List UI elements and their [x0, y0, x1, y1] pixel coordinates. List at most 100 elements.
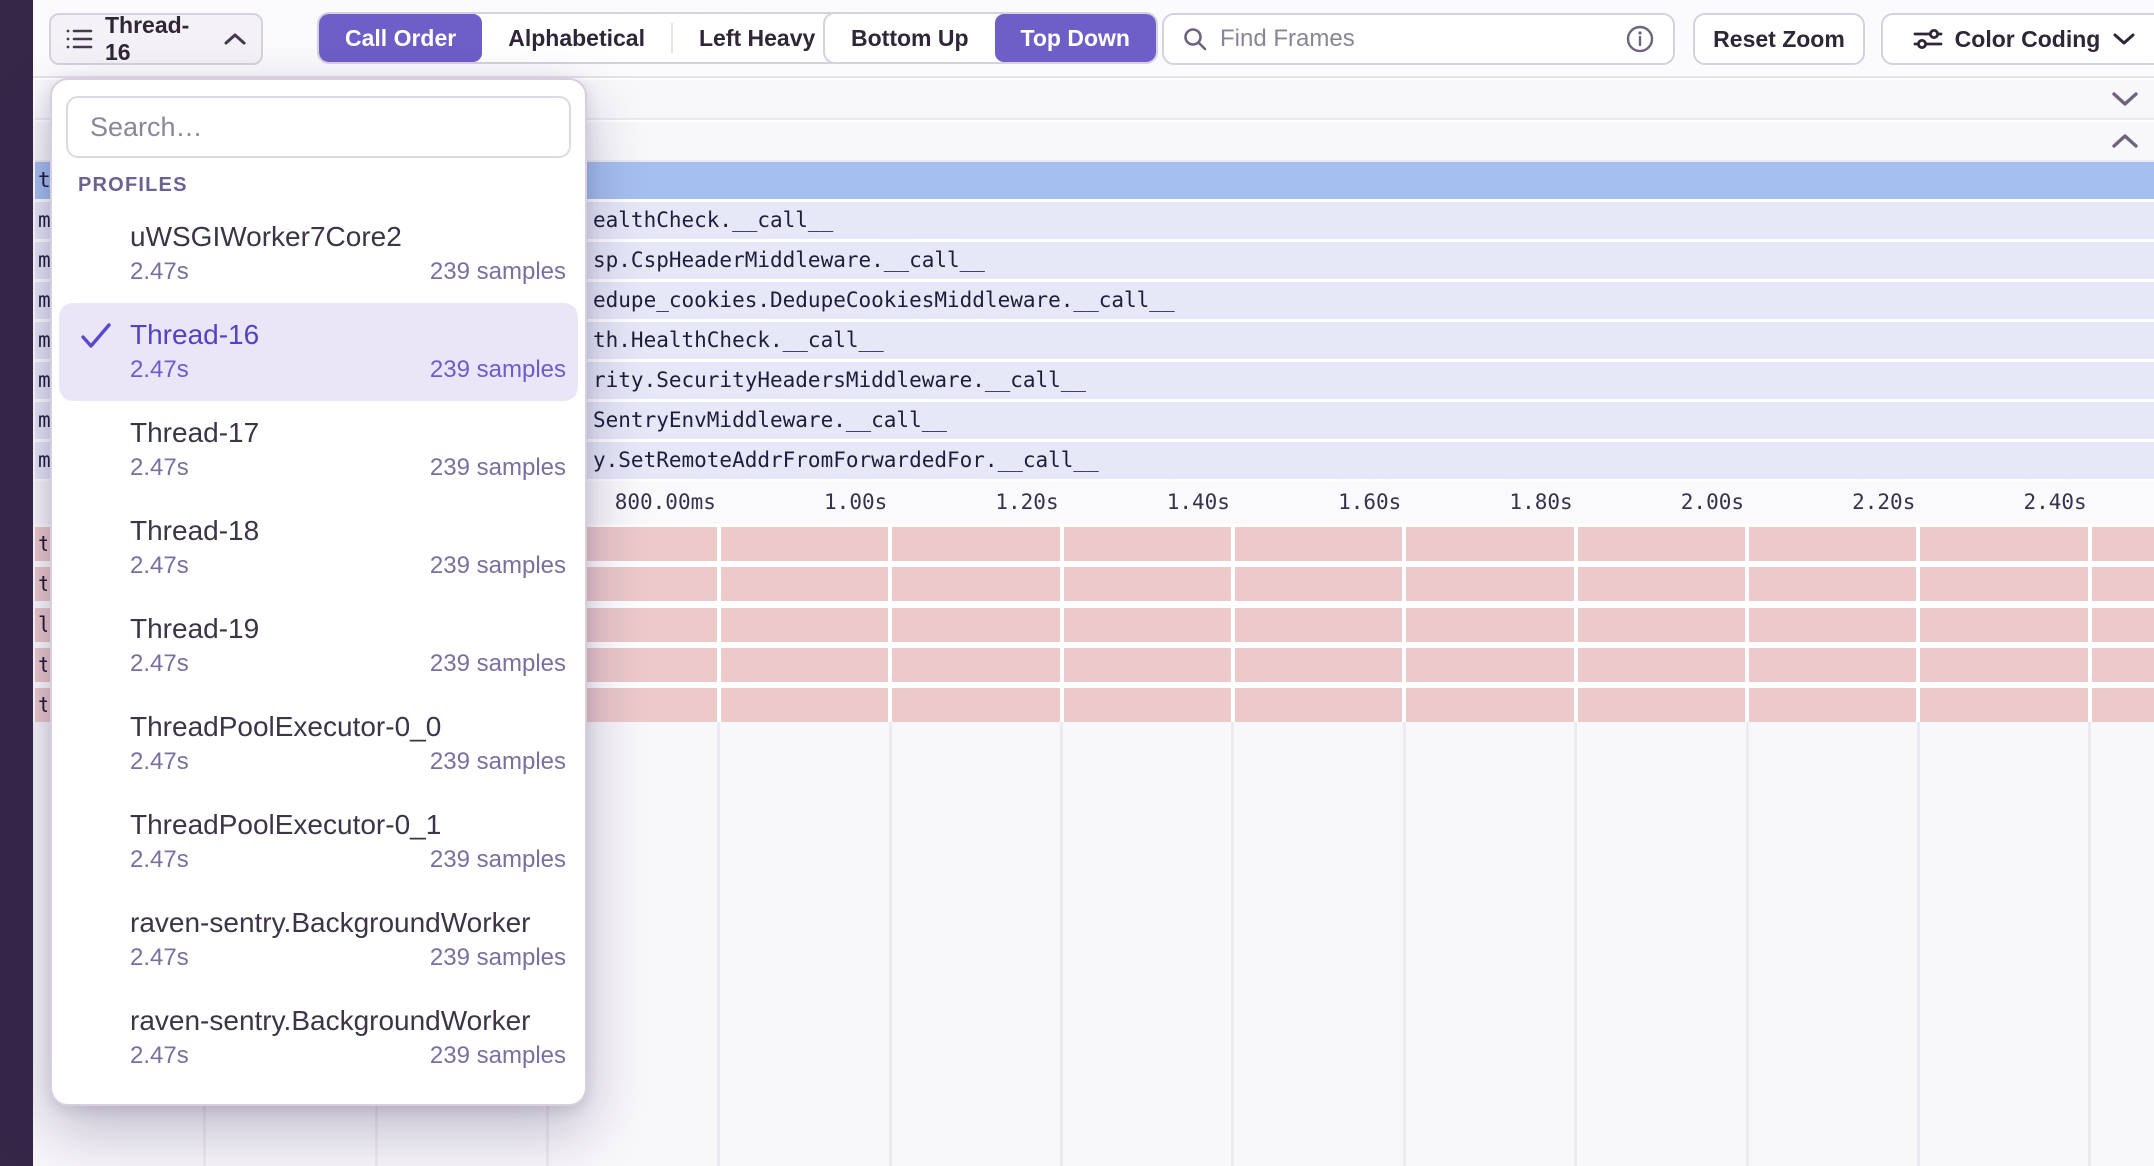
reset-zoom-label: Reset Zoom — [1713, 26, 1845, 53]
profile-duration: 2.47s — [130, 255, 189, 289]
chevron-up-icon[interactable] — [2110, 132, 2140, 150]
gridline — [2088, 524, 2092, 722]
gridline — [1060, 722, 1063, 1166]
axis-tick-label: 1.00s — [692, 490, 887, 514]
sort-option-left-heavy[interactable]: Left Heavy — [673, 14, 841, 62]
profile-list-item[interactable]: Thread-17 2.47s239 samples — [59, 401, 578, 499]
profile-name: ThreadPoolExecutor-0_1 — [130, 807, 566, 843]
profile-list: uWSGIWorker7Core2 2.47s239 samplesThread… — [66, 205, 571, 1087]
profile-samples: 239 samples — [430, 451, 566, 485]
frame-label: ealthCheck.__call__ — [593, 202, 833, 239]
frame-label-clipped: l — [38, 608, 47, 642]
frame-label: rity.SecurityHeadersMiddleware.__call__ — [593, 362, 1086, 399]
profile-samples: 239 samples — [430, 353, 566, 387]
profile-samples: 239 samples — [430, 843, 566, 877]
left-edge-strip — [0, 0, 33, 1166]
frame-label-clipped: t — [38, 688, 47, 722]
sort-option-call-order[interactable]: Call Order — [319, 14, 482, 62]
profile-list-item[interactable]: ThreadPoolExecutor-0_1 2.47s 239 samples — [59, 793, 578, 891]
profile-list-item[interactable]: ThreadPoolExecutor-0_0 2.47s 239 samples — [59, 695, 578, 793]
profile-list-item[interactable]: uWSGIWorker7Core2 2.47s 239 samples — [59, 205, 578, 303]
profile-list-item[interactable]: Thread-18 2.47s 239 samples — [59, 499, 578, 597]
frame-label-clipped: t — [38, 527, 47, 561]
gridline — [1745, 524, 1749, 722]
frame-label: sp.CspHeaderMiddleware.__call__ — [593, 242, 985, 279]
chevron-down-icon — [2112, 32, 2136, 46]
profile-name: Thread-18 — [130, 513, 566, 549]
profile-duration: 2.47s — [130, 1039, 189, 1073]
find-frames-placeholder: Find Frames — [1220, 25, 1613, 53]
gridline — [1402, 524, 1406, 722]
gridline — [1917, 722, 1920, 1166]
gridline — [1060, 524, 1064, 722]
gridline — [889, 722, 892, 1166]
direction-segmented-control: Bottom UpTop Down — [823, 12, 1158, 64]
gridline — [1916, 524, 1920, 722]
profile-duration: 2.47s — [130, 549, 189, 583]
profile-duration: 2.47s — [130, 941, 189, 975]
profile-list-item[interactable]: Thread-19 2.47s 239 samples — [59, 597, 578, 695]
profile-duration: 2.47s — [130, 745, 189, 779]
direction-option-bottom-up[interactable]: Bottom Up — [825, 14, 995, 62]
dropdown-search-input[interactable]: Search… — [66, 96, 571, 158]
reset-zoom-button[interactable]: Reset Zoom — [1693, 13, 1865, 65]
profile-duration: 2.47s — [130, 451, 189, 485]
gridline — [717, 524, 721, 722]
profile-duration: 2.47s — [130, 353, 189, 387]
gridline — [1574, 524, 1578, 722]
profile-samples: 239 samples — [430, 549, 566, 583]
find-frames-input[interactable]: Find Frames — [1162, 13, 1675, 65]
toolbar: Thread-16 Call OrderAlphabeticalLeft Hea… — [33, 0, 2154, 78]
axis-tick-label: 1.60s — [1206, 490, 1401, 514]
thread-list-icon — [65, 26, 93, 52]
thread-dropdown-panel: Search… PROFILES uWSGIWorker7Core2 2.47s… — [50, 78, 587, 1106]
info-icon[interactable] — [1625, 24, 1655, 54]
profile-samples: 239 samples — [430, 255, 566, 289]
gridline — [1231, 524, 1235, 722]
gridline — [1403, 722, 1406, 1166]
gridline — [1574, 722, 1577, 1166]
profile-list-item[interactable]: raven-sentry.BackgroundWorker 2.47s239 s… — [59, 989, 578, 1087]
profile-samples: 239 samples — [430, 745, 566, 779]
frame-label: edupe_cookies.DedupeCookiesMiddleware.__… — [593, 282, 1175, 319]
frame-label-clipped: t — [38, 567, 47, 601]
profile-name: uWSGIWorker7Core2 — [130, 219, 566, 255]
profile-name: raven-sentry.BackgroundWorker — [130, 905, 566, 941]
sort-segmented-control: Call OrderAlphabeticalLeft Heavy — [317, 12, 843, 64]
thread-selector-label: Thread-16 — [105, 12, 211, 66]
color-coding-label: Color Coding — [1955, 26, 2101, 53]
gridline — [717, 722, 720, 1166]
profile-name: Thread-19 — [130, 611, 566, 647]
sort-option-alphabetical[interactable]: Alphabetical — [482, 14, 671, 62]
profile-duration: 2.47s — [130, 843, 189, 877]
profile-duration: 2.47s — [130, 647, 189, 681]
profile-name: ThreadPoolExecutor-0_0 — [130, 709, 566, 745]
gridline — [2088, 722, 2091, 1166]
gridline — [1746, 722, 1749, 1166]
axis-tick-label: 1.20s — [864, 490, 1059, 514]
axis-tick-label: 2.00s — [1549, 490, 1744, 514]
dropdown-search-placeholder: Search… — [90, 112, 203, 143]
profile-list-item-selected[interactable]: Thread-16 2.47s 239 samples — [59, 303, 578, 401]
color-coding-button[interactable]: Color Coding — [1881, 13, 2154, 65]
search-icon — [1182, 26, 1208, 52]
axis-tick-label: 2.40s — [1892, 490, 2087, 514]
frame-label: th.HealthCheck.__call__ — [593, 322, 884, 359]
chevron-up-icon — [223, 32, 247, 46]
chevron-down-icon[interactable] — [2110, 90, 2140, 108]
profile-list-item[interactable]: raven-sentry.BackgroundWorker 2.47s239 s… — [59, 891, 578, 989]
axis-tick-label: 1.40s — [1035, 490, 1230, 514]
direction-option-top-down[interactable]: Top Down — [995, 14, 1156, 62]
thread-selector-button[interactable]: Thread-16 — [49, 13, 263, 65]
profiles-section-label: PROFILES — [66, 174, 571, 197]
frame-label-clipped: t — [38, 648, 47, 682]
axis-tick-label: 2.20s — [1720, 490, 1915, 514]
sliders-icon — [1913, 26, 1943, 52]
frame-label: SentryEnvMiddleware.__call__ — [593, 402, 947, 439]
checkmark-icon — [79, 321, 113, 351]
gridline — [888, 524, 892, 722]
profile-samples: 239 samples — [430, 647, 566, 681]
profile-name: Thread-16 — [130, 317, 566, 353]
axis-tick-label: 1.80s — [1378, 490, 1573, 514]
gridline — [1231, 722, 1234, 1166]
